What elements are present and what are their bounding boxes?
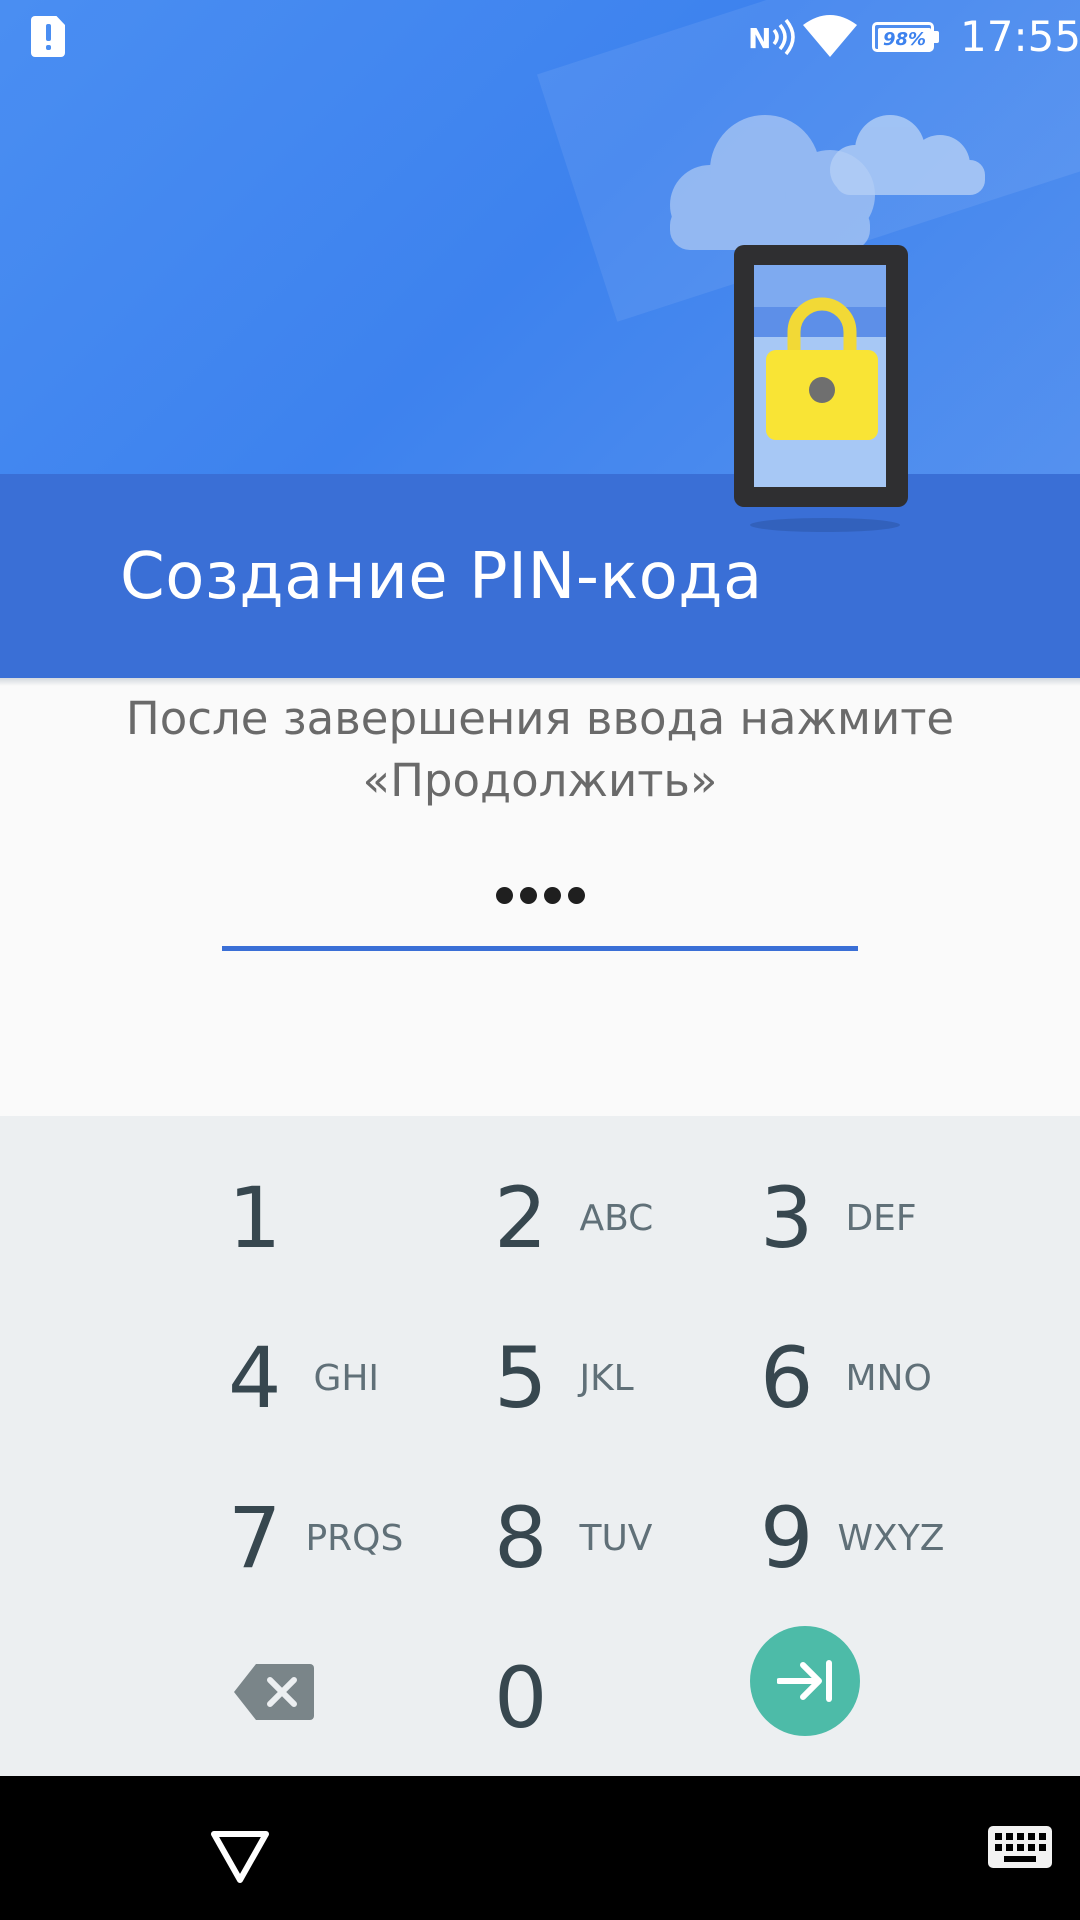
status-bar: N 98% 17:55 [0, 0, 1080, 75]
key-digit: 3 [760, 1169, 814, 1267]
nfc-icon: N [748, 18, 795, 56]
key-letters: DEF [845, 1197, 917, 1239]
backspace-icon[interactable] [234, 1664, 314, 1720]
instruction-line-2: «Продолжить» [362, 754, 718, 807]
pin-underline [222, 946, 858, 951]
keyboard-icon[interactable] [988, 1826, 1052, 1868]
key-0[interactable]: 0 [494, 1628, 547, 1768]
padlock-icon [766, 297, 878, 440]
key-2[interactable]: 2 ABC [494, 1148, 653, 1288]
svg-text:N: N [748, 22, 771, 55]
key-7[interactable]: 7 PRQS [228, 1468, 403, 1608]
page-title: Создание PIN-кода [120, 540, 763, 614]
key-5[interactable]: 5 JKL [494, 1308, 634, 1448]
key-digit: 8 [494, 1489, 548, 1587]
key-4[interactable]: 4 GHI [228, 1308, 379, 1448]
battery-body: 98% [872, 22, 934, 52]
battery-tip [934, 31, 939, 43]
navigation-bar [0, 1776, 1080, 1920]
key-letters: JKL [579, 1357, 634, 1399]
key-9[interactable]: 9 WXYZ [760, 1468, 944, 1608]
key-6[interactable]: 6 MNO [760, 1308, 932, 1448]
tablet-shadow [750, 518, 900, 532]
arrow-to-end-icon [777, 1660, 832, 1702]
key-digit: 4 [228, 1329, 282, 1427]
sim-alert-icon [31, 16, 65, 57]
key-digit: 0 [494, 1649, 548, 1747]
key-letters: ABC [579, 1197, 654, 1239]
pin-input[interactable] [222, 860, 858, 952]
battery-icon: 98% [872, 22, 940, 52]
clock: 17:55 [960, 12, 1080, 61]
key-digit: 9 [760, 1489, 814, 1587]
instruction-line-1: После завершения ввода нажмите [125, 692, 955, 745]
key-digit: 1 [228, 1169, 282, 1267]
key-digit: 7 [228, 1489, 282, 1587]
pin-dot [543, 886, 561, 904]
continue-button[interactable] [750, 1626, 860, 1736]
key-3[interactable]: 3 DEF [760, 1148, 917, 1288]
battery-level: 98% [878, 28, 931, 52]
key-letters: WXYZ [837, 1517, 945, 1559]
key-8[interactable]: 8 TUV [494, 1468, 652, 1608]
pin-dot [495, 886, 513, 904]
key-1[interactable]: 1 [228, 1148, 281, 1288]
key-letters: MNO [845, 1357, 932, 1399]
back-icon[interactable] [210, 1830, 270, 1884]
header: Создание PIN-кода [0, 0, 1080, 678]
cloud-illustration [670, 115, 985, 250]
instruction-text: После завершения ввода нажмите «Продолжи… [60, 688, 1020, 812]
key-digit: 2 [494, 1169, 548, 1267]
pin-dots [222, 860, 858, 930]
key-digit: 6 [760, 1329, 814, 1427]
wifi-icon [803, 15, 857, 57]
key-digit: 5 [494, 1329, 548, 1427]
key-letters: GHI [313, 1357, 380, 1399]
header-shadow [0, 678, 1080, 686]
pin-dot [567, 886, 585, 904]
key-letters: TUV [579, 1517, 653, 1559]
pin-dot [519, 886, 537, 904]
key-letters: PRQS [305, 1517, 404, 1559]
